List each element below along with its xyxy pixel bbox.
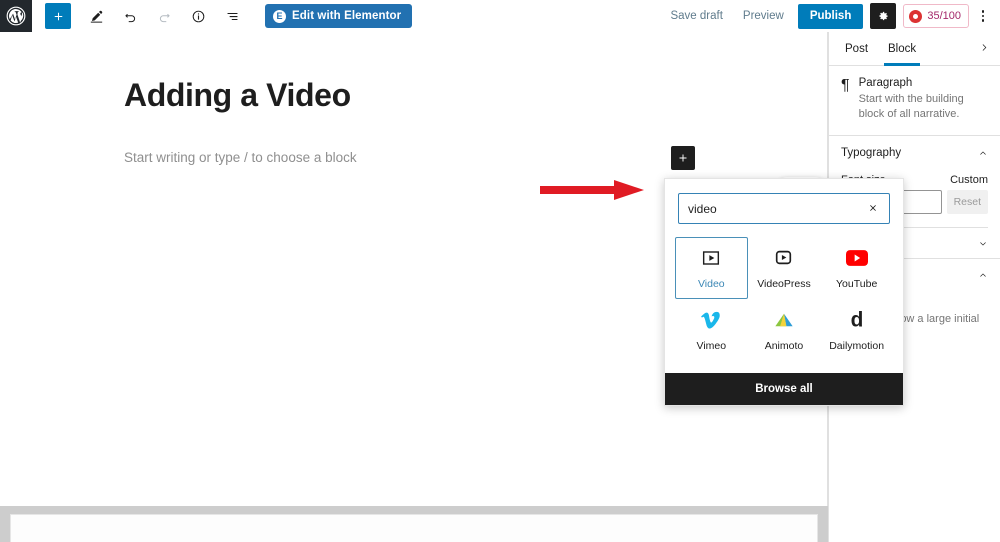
- preview-button[interactable]: Preview: [733, 2, 794, 30]
- block-option-dailymotion[interactable]: d Dailymotion: [820, 299, 893, 361]
- post-title[interactable]: Adding a Video: [124, 77, 351, 114]
- sidebar-tabs: Post Block: [829, 32, 1000, 66]
- block-inserter-button[interactable]: [671, 146, 695, 170]
- list-view-button[interactable]: [218, 2, 246, 30]
- vimeo-icon: [700, 309, 722, 331]
- block-info-title: Paragraph: [858, 77, 913, 89]
- redo-button[interactable]: [150, 2, 178, 30]
- block-option-label: VideoPress: [757, 277, 811, 290]
- block-inserter-popover: Video VideoPress YouTu: [664, 178, 904, 406]
- edit-with-elementor-button[interactable]: E Edit with Elementor: [265, 4, 413, 28]
- gear-icon: [879, 11, 889, 21]
- kebab-dot: [981, 10, 985, 13]
- block-option-video[interactable]: Video: [675, 237, 748, 299]
- svg-text:d: d: [850, 309, 863, 331]
- paragraph-pilcrow-icon: ¶: [841, 77, 850, 94]
- close-sidebar-icon[interactable]: [975, 41, 994, 56]
- sidebar-footer-area: [828, 506, 1000, 542]
- block-option-label: YouTube: [836, 277, 878, 290]
- block-search-field[interactable]: [678, 193, 890, 224]
- typography-panel-title: Typography: [841, 146, 902, 159]
- yoast-seo-icon: [909, 9, 923, 23]
- red-arrow-icon: [540, 180, 644, 200]
- close-x-icon[interactable]: [866, 202, 880, 215]
- block-results-grid: Video VideoPress YouTube Vimeo Animoto d…: [665, 233, 903, 373]
- custom-size-label: Custom: [950, 173, 988, 186]
- paragraph-block-placeholder[interactable]: Start writing or type / to choose a bloc…: [124, 150, 357, 165]
- toolbar-left-group: E Edit with Elementor: [32, 2, 413, 30]
- block-option-youtube[interactable]: YouTube: [820, 237, 893, 299]
- settings-gear-button[interactable]: [870, 3, 897, 29]
- undo-button[interactable]: [116, 2, 144, 30]
- bottom-cropped-panel: [0, 506, 828, 542]
- block-option-videopress[interactable]: VideoPress: [747, 237, 821, 299]
- block-option-vimeo[interactable]: Vimeo: [675, 299, 748, 361]
- save-draft-button[interactable]: Save draft: [660, 2, 732, 30]
- block-search-wrapper: [665, 179, 903, 233]
- seo-score-badge[interactable]: 35/100: [903, 4, 969, 28]
- typography-panel-header[interactable]: Typography: [829, 136, 1000, 168]
- wordpress-block-editor: E Edit with Elementor Save draft Preview…: [0, 0, 1000, 542]
- block-option-animoto[interactable]: Animoto: [747, 299, 821, 361]
- videopress-icon: [774, 247, 793, 269]
- tab-post[interactable]: Post: [835, 32, 878, 66]
- seo-score-value: 35/100: [927, 10, 961, 22]
- custom-font-size-input[interactable]: [899, 189, 942, 214]
- selected-block-info: ¶ Paragraph Start with the building bloc…: [829, 66, 1000, 136]
- add-block-button[interactable]: [45, 3, 71, 29]
- video-block-icon: [701, 247, 721, 269]
- block-option-label: Animoto: [764, 339, 804, 352]
- search-input[interactable]: [688, 201, 866, 216]
- reset-font-size-button[interactable]: Reset: [946, 189, 988, 214]
- kebab-dot: [981, 19, 985, 22]
- youtube-icon: [845, 247, 868, 269]
- block-option-label: Dailymotion: [829, 339, 885, 352]
- block-info-description: Start with the building block of all nar…: [858, 93, 964, 120]
- details-info-button[interactable]: [184, 2, 212, 30]
- block-option-label: Vimeo: [696, 339, 727, 352]
- toolbar-right-group: Save draft Preview Publish 35/100: [660, 2, 1000, 30]
- elementor-button-label: Edit with Elementor: [292, 10, 402, 22]
- elementor-logo-icon: E: [273, 9, 286, 23]
- editor-toolbar: E Edit with Elementor Save draft Preview…: [0, 0, 1000, 32]
- animoto-icon: [773, 309, 795, 331]
- edit-tool-button[interactable]: [82, 2, 110, 30]
- tab-block[interactable]: Block: [878, 32, 926, 66]
- wordpress-logo-icon[interactable]: [0, 0, 32, 32]
- chevron-up-icon: [980, 151, 986, 155]
- chevron-up-icon: [980, 273, 986, 277]
- more-options-button[interactable]: [972, 3, 994, 29]
- chevron-down-icon: [980, 241, 986, 246]
- bottom-panel-sheet: [10, 514, 818, 542]
- kebab-dot: [981, 14, 985, 18]
- dailymotion-icon: d: [847, 309, 867, 331]
- publish-button[interactable]: Publish: [797, 3, 864, 29]
- browse-all-button[interactable]: Browse all: [665, 373, 903, 405]
- block-option-label: Video: [697, 277, 725, 290]
